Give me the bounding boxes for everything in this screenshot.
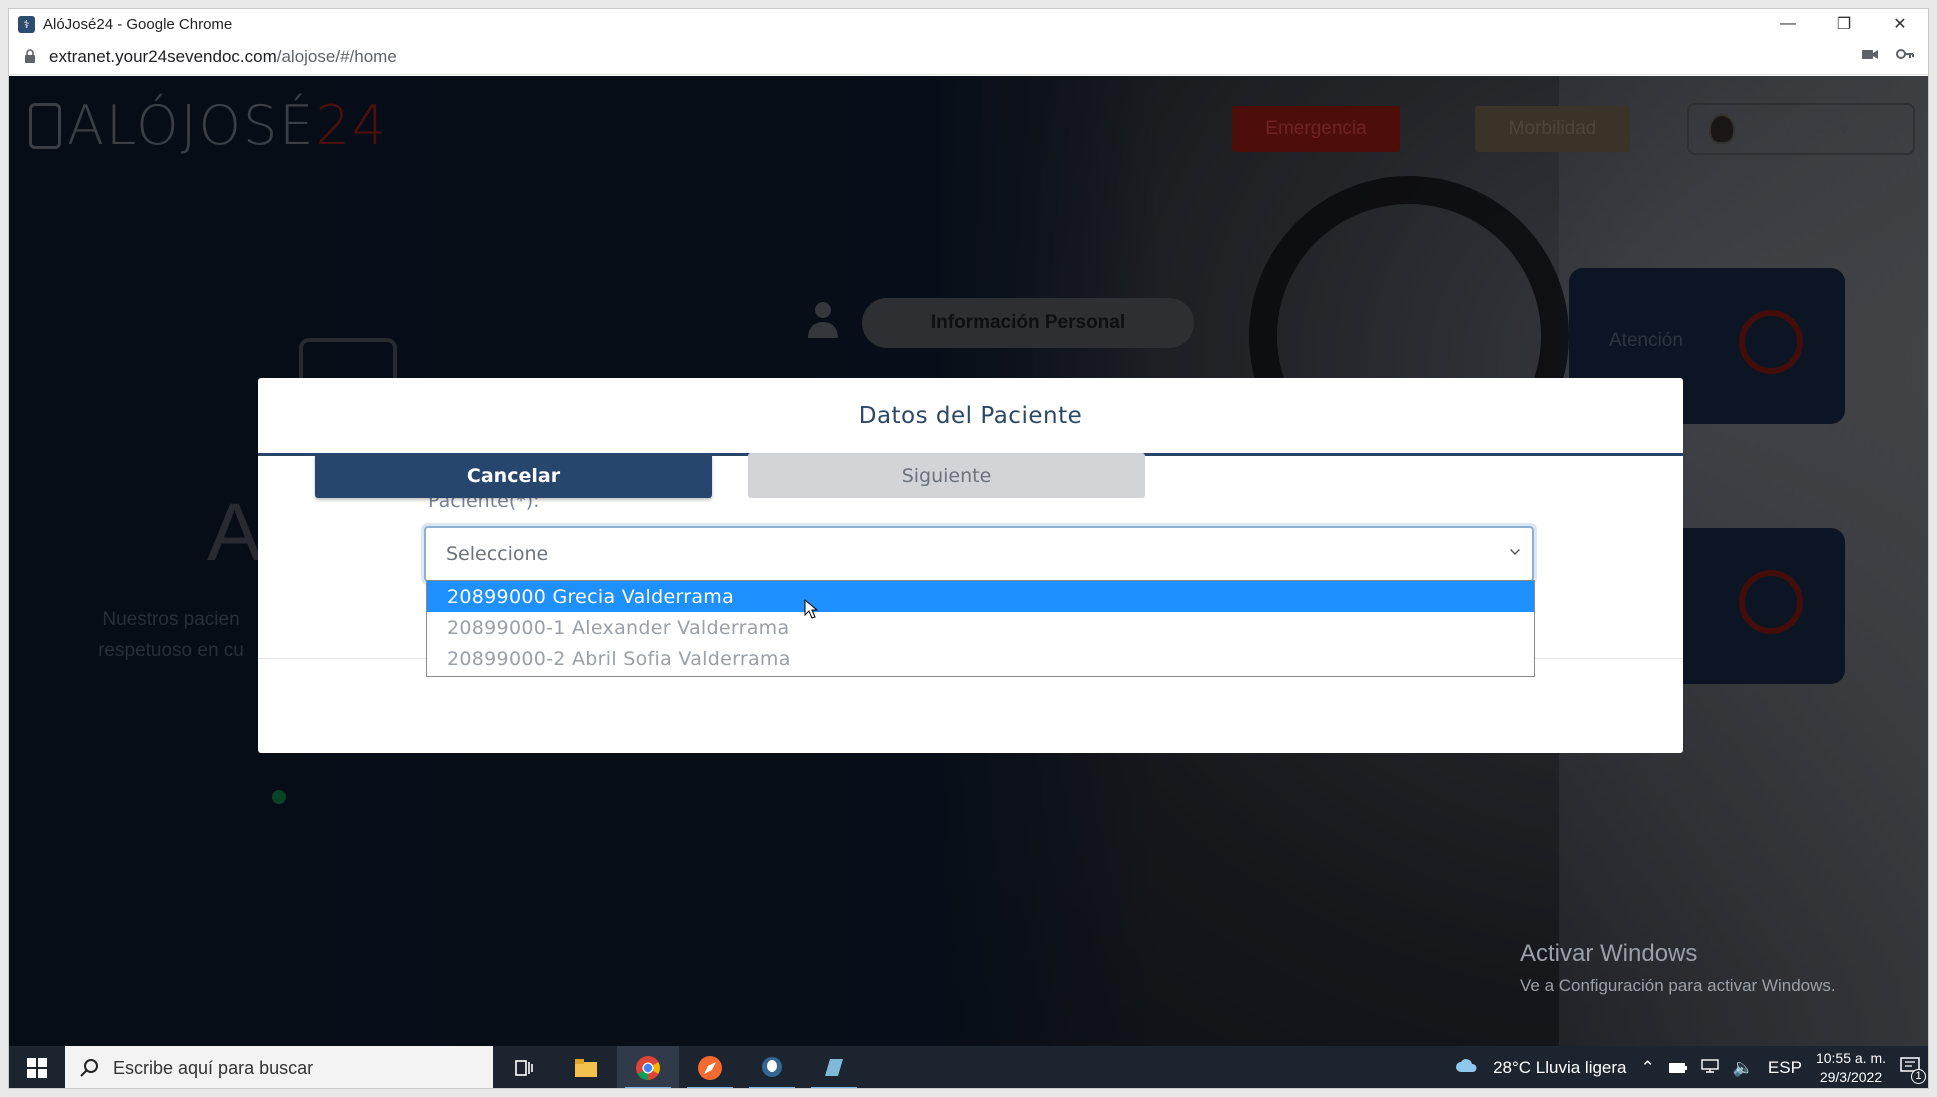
taskbar-search[interactable]: Escribe aquí para buscar	[65, 1046, 493, 1088]
windows-activation-watermark: Activar Windows Ve a Configuración para …	[1520, 940, 1836, 995]
network-icon[interactable]	[1701, 1058, 1719, 1078]
browser-window: ⚕ AlóJosé24 - Google Chrome — ❐ ✕ extran…	[8, 8, 1929, 1089]
search-icon	[80, 1059, 98, 1077]
cancel-button[interactable]: Cancelar	[315, 453, 712, 498]
notification-count-badge: 1	[1911, 1068, 1926, 1084]
system-tray: 28°C Lluvia ligera ⌃ 🔈 ESP 10:55 a. m. 2…	[1455, 1046, 1928, 1088]
notification-icon[interactable]: 1	[1900, 1056, 1926, 1084]
language-indicator[interactable]: ESP	[1768, 1058, 1802, 1078]
chevron-up-icon[interactable]: ⌃	[1641, 1058, 1655, 1078]
chrome-app-icon[interactable]	[617, 1046, 679, 1088]
modal-header: Datos del Paciente	[258, 378, 1683, 456]
title-bar: ⚕ AlóJosé24 - Google Chrome — ❐ ✕	[9, 9, 1928, 39]
restore-icon[interactable]: ❐	[1816, 9, 1872, 39]
next-button[interactable]: Siguiente	[748, 453, 1145, 498]
patient-options-list: 20899000 Grecia Valderrama 20899000-1 Al…	[426, 580, 1535, 677]
weather-cloud-icon[interactable]	[1455, 1058, 1479, 1079]
page-viewport: ALÓJOSÉ24 Emergencia Morbilidad kim.yari…	[9, 76, 1928, 1046]
close-icon[interactable]: ✕	[1872, 9, 1928, 39]
patient-option[interactable]: 20899000 Grecia Valderrama	[427, 581, 1534, 612]
modal-title: Datos del Paciente	[858, 402, 1083, 429]
select-value: Seleccione	[446, 543, 549, 565]
window-title: AlóJosé24 - Google Chrome	[43, 15, 233, 33]
compass-app-icon[interactable]	[679, 1046, 741, 1088]
search-placeholder: Escribe aquí para buscar	[113, 1057, 314, 1078]
patient-select[interactable]: Seleccione	[424, 526, 1534, 582]
windows-taskbar: Escribe aquí para buscar 28°C Lluvia lig…	[9, 1046, 1928, 1088]
address-bar[interactable]: extranet.your24sevendoc.com/alojose/#/ho…	[9, 39, 1928, 75]
notes-app-icon[interactable]	[803, 1046, 865, 1088]
taskbar-clock[interactable]: 10:55 a. m. 29/3/2022	[1816, 1049, 1886, 1087]
lock-icon[interactable]	[23, 49, 37, 65]
key-icon[interactable]	[1896, 47, 1914, 66]
minimize-icon[interactable]: —	[1760, 9, 1816, 39]
task-view-icon[interactable]	[493, 1046, 555, 1088]
url-text[interactable]: extranet.your24sevendoc.com/alojose/#/ho…	[49, 47, 397, 67]
battery-icon[interactable]	[1668, 1058, 1687, 1078]
patient-option[interactable]: 20899000-1 Alexander Valderrama	[427, 612, 1534, 643]
windows-start-icon[interactable]	[9, 1046, 65, 1088]
camera-icon[interactable]	[1862, 47, 1878, 66]
chevron-down-icon	[1510, 545, 1520, 555]
pgadmin-app-icon[interactable]	[741, 1046, 803, 1088]
volume-icon[interactable]: 🔈	[1733, 1058, 1754, 1078]
file-explorer-icon[interactable]	[555, 1046, 617, 1088]
patient-modal: Datos del Paciente Paciente(*): Seleccio…	[258, 378, 1683, 753]
mouse-cursor-icon	[804, 599, 818, 619]
patient-option[interactable]: 20899000-2 Abril Sofia Valderrama	[427, 643, 1534, 674]
address-bar-icons	[1862, 47, 1914, 66]
window-controls: — ❐ ✕	[1760, 9, 1928, 39]
site-favicon-icon: ⚕	[18, 15, 35, 33]
weather-text[interactable]: 28°C Lluvia ligera	[1493, 1058, 1626, 1078]
